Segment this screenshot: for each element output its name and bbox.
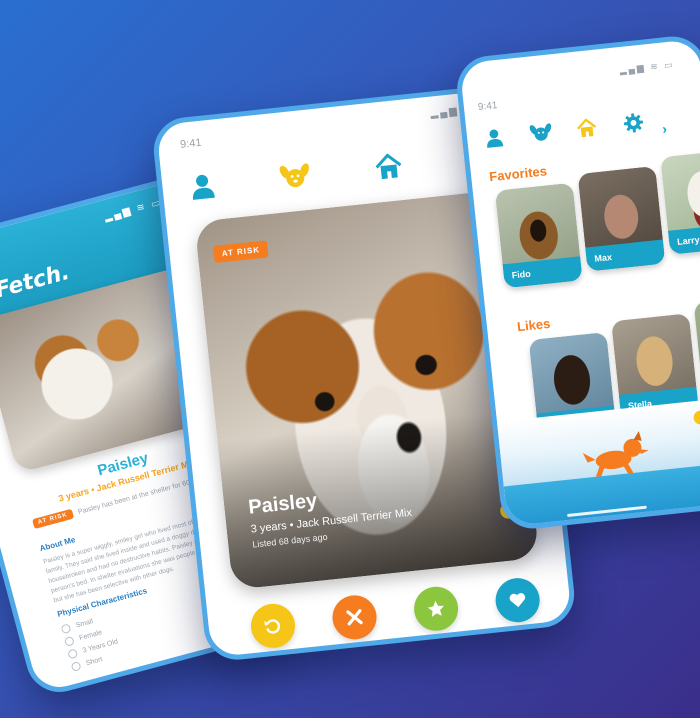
size-icon bbox=[60, 623, 72, 635]
favorite-card-max[interactable]: Max bbox=[577, 165, 666, 272]
coat-icon bbox=[70, 660, 82, 672]
favorites-title: Favorites bbox=[488, 163, 548, 185]
profile-icon[interactable] bbox=[181, 164, 225, 208]
status-time: 9:41 bbox=[179, 136, 203, 151]
physical-list: Small Female 3 Years Old Short bbox=[60, 610, 123, 673]
likes-title: Likes bbox=[516, 315, 552, 335]
favorite-card-fido[interactable]: Fido bbox=[494, 182, 583, 289]
chevron-right-icon[interactable]: › bbox=[661, 121, 667, 137]
age-icon bbox=[67, 648, 79, 660]
profile-icon[interactable] bbox=[478, 121, 511, 154]
status-time: 9:41 bbox=[477, 100, 498, 114]
star-icon bbox=[427, 600, 444, 617]
dog-face-icon[interactable] bbox=[524, 116, 557, 149]
pass-button[interactable] bbox=[330, 593, 379, 642]
heart-icon bbox=[509, 593, 526, 608]
top-nav bbox=[478, 106, 650, 154]
home-icon[interactable] bbox=[366, 144, 410, 188]
pet-label: Larry bbox=[667, 222, 700, 255]
undo-button[interactable] bbox=[248, 601, 298, 651]
beach-illustration bbox=[496, 396, 700, 532]
gender-icon bbox=[63, 635, 75, 647]
pet-info: Paisley 3 years • Jack Russell Terrier M… bbox=[247, 480, 414, 550]
close-icon bbox=[346, 609, 363, 626]
like-button[interactable] bbox=[493, 576, 542, 625]
status-bar: ▂▄▆ ≋ ▭ bbox=[103, 196, 164, 224]
pet-label: Fido bbox=[502, 256, 583, 289]
favorite-card-larry[interactable]: Larry bbox=[660, 149, 700, 255]
sun-icon bbox=[692, 409, 700, 426]
status-bar: ▂▄▆ ≋ ▭ bbox=[619, 59, 676, 76]
at-risk-badge: AT RISK bbox=[32, 508, 74, 530]
pet-label: Max bbox=[585, 239, 666, 272]
action-bar bbox=[248, 576, 542, 651]
star-button[interactable] bbox=[411, 584, 461, 633]
settings-icon[interactable] bbox=[617, 106, 650, 139]
at-risk-badge: AT RISK bbox=[212, 240, 269, 264]
dog-face-icon[interactable] bbox=[273, 154, 317, 198]
home-icon[interactable] bbox=[571, 111, 604, 144]
undo-icon bbox=[264, 619, 281, 634]
